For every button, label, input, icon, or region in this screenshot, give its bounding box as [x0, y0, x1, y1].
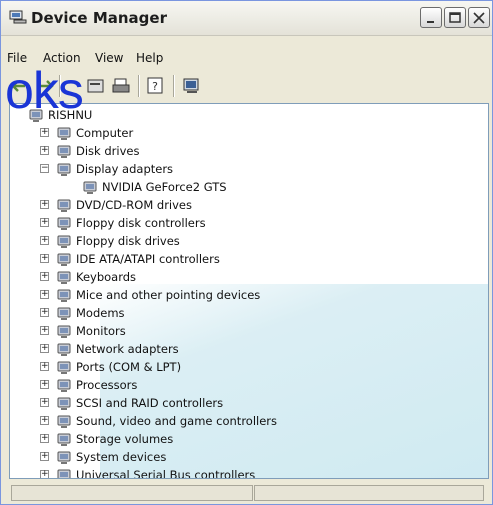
tree-item-label: Monitors: [76, 324, 126, 338]
minimize-button[interactable]: [420, 7, 442, 28]
device-manager-window: Device Manager File Action View Help ? R…: [0, 0, 493, 505]
system-device-icon: [56, 449, 72, 465]
title-bar[interactable]: Device Manager: [1, 1, 492, 36]
properties-icon[interactable]: [85, 76, 107, 96]
tree-item-label: Ports (COM & LPT): [76, 360, 182, 374]
sound-icon: [56, 413, 72, 429]
print-icon[interactable]: [110, 76, 132, 96]
modem-icon: [56, 305, 72, 321]
tree-item-label: NVIDIA GeForce2 GTS: [102, 180, 227, 194]
tree-item-label: Disk drives: [76, 144, 140, 158]
expand-toggle[interactable]: +: [40, 380, 49, 389]
menu-help[interactable]: Help: [136, 51, 163, 65]
tree-item-label: Processors: [76, 378, 138, 392]
status-cell: [11, 485, 253, 501]
scan-hardware-icon[interactable]: [181, 76, 203, 96]
status-bar: [9, 481, 487, 503]
scsi-icon: [56, 395, 72, 411]
expand-toggle[interactable]: +: [40, 200, 49, 209]
tree-item-label: SCSI and RAID controllers: [76, 396, 224, 410]
help-icon[interactable]: ?: [145, 76, 167, 96]
network-adapter-icon: [56, 341, 72, 357]
port-icon: [56, 359, 72, 375]
toolbar-separator: [173, 75, 175, 97]
tree-item-label: Keyboards: [76, 270, 137, 284]
cdrom-icon: [56, 197, 72, 213]
expand-toggle[interactable]: +: [40, 272, 49, 281]
tree-item-label: Floppy disk controllers: [76, 216, 206, 230]
display-adapter-icon: [56, 161, 72, 177]
tree-item-label: Display adapters: [76, 162, 174, 176]
expand-toggle[interactable]: +: [40, 398, 49, 407]
toolbar-separator: [138, 75, 140, 97]
status-cell: [254, 485, 484, 501]
tree-item-label: Mice and other pointing devices: [76, 288, 261, 302]
tree-item-label: Modems: [76, 306, 125, 320]
tree-item-label: Floppy disk drives: [76, 234, 180, 248]
tree-item-label: Storage volumes: [76, 432, 174, 446]
tree-item-label: Computer: [76, 126, 134, 140]
device-manager-icon: [9, 10, 27, 24]
expand-toggle[interactable]: +: [40, 344, 49, 353]
expand-toggle[interactable]: +: [40, 128, 49, 137]
tree-item-label: System devices: [76, 450, 167, 464]
floppy-icon: [56, 233, 72, 249]
disk-drive-icon: [56, 143, 72, 159]
expand-toggle[interactable]: +: [40, 308, 49, 317]
expand-toggle[interactable]: +: [40, 236, 49, 245]
expand-toggle[interactable]: +: [40, 254, 49, 263]
close-button[interactable]: [468, 7, 490, 28]
usb-icon: [56, 467, 72, 478]
minimize-icon: [427, 21, 434, 23]
expand-toggle[interactable]: +: [40, 470, 49, 478]
processor-icon: [56, 377, 72, 393]
computer-icon: [56, 125, 72, 141]
expand-toggle[interactable]: +: [40, 452, 49, 461]
close-icon: [473, 12, 485, 24]
expand-toggle[interactable]: +: [40, 434, 49, 443]
expand-toggle[interactable]: +: [40, 146, 49, 155]
expand-toggle[interactable]: +: [40, 362, 49, 371]
expand-toggle[interactable]: +: [40, 416, 49, 425]
maximize-button[interactable]: [444, 7, 466, 28]
maximize-icon: [449, 12, 461, 23]
collapse-toggle[interactable]: −: [40, 164, 49, 173]
overlay-text: oks: [5, 62, 84, 120]
expand-toggle[interactable]: +: [40, 290, 49, 299]
display-device-icon: [82, 179, 98, 195]
svg-text:?: ?: [152, 80, 158, 93]
expand-toggle[interactable]: +: [40, 218, 49, 227]
tree-item-label: IDE ATA/ATAPI controllers: [76, 252, 220, 266]
controller-icon: [56, 215, 72, 231]
keyboard-icon: [56, 269, 72, 285]
storage-volume-icon: [56, 431, 72, 447]
mouse-icon: [56, 287, 72, 303]
tree-item-label: Sound, video and game controllers: [76, 414, 278, 428]
monitor-icon: [56, 323, 72, 339]
tree-item-label: Universal Serial Bus controllers: [76, 468, 256, 479]
tree-item-label: Network adapters: [76, 342, 179, 356]
ide-controller-icon: [56, 251, 72, 267]
tree-item-label: DVD/CD-ROM drives: [76, 198, 192, 212]
expand-toggle[interactable]: +: [40, 326, 49, 335]
device-tree[interactable]: RISHNU + Computer + Disk drives − Display adap…: [9, 103, 489, 479]
window-title: Device Manager: [31, 9, 167, 27]
menu-view[interactable]: View: [95, 51, 123, 65]
